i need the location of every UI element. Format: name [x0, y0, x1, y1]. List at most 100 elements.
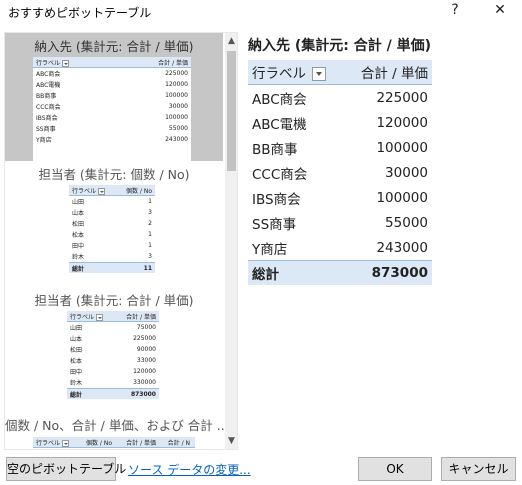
- row-value: 330000: [133, 379, 156, 386]
- row-label: 鈴木: [72, 254, 85, 261]
- table-total-row: 総計 11: [69, 262, 155, 273]
- row-value: 90000: [136, 346, 156, 353]
- preview-table-header: 行ラベル 合計 / 単価: [248, 60, 432, 85]
- mini-col1-label: 行ラベル: [36, 439, 61, 447]
- list-scrollbar[interactable]: ▲ ▼: [225, 33, 237, 449]
- recommendation-item-owner-sum[interactable]: 担当者 (集計元: 合計 / 単価) 行ラベル 合計 / 単価 山田 75000 …: [5, 287, 223, 413]
- recommendation-title: 個数 / No、合計 / 単価、および 合計 ...: [5, 418, 229, 433]
- row-label: Y商店: [252, 241, 288, 258]
- row-value: 55000: [168, 125, 188, 132]
- scroll-up-icon[interactable]: ▲: [225, 35, 237, 48]
- row-label: 山田: [72, 199, 85, 206]
- change-source-link[interactable]: ソース データの変更...: [128, 461, 251, 478]
- mini-col1-label: 行ラベル: [70, 313, 95, 321]
- recommendation-item-owner-count[interactable]: 担当者 (集計元: 個数 / No) 行ラベル 個数 / No 山田 1 山本 3 …: [5, 161, 223, 287]
- ok-button[interactable]: OK: [358, 457, 432, 481]
- row-value: 100000: [376, 189, 428, 206]
- mini-table-header: 行ラベル 個数 / No 合計 / 単価 合計 / N: [33, 437, 195, 448]
- preview-panel: 納入先 (集計元: 合計 / 単価) 行ラベル 合計 / 単価 ABC商会 225…: [244, 32, 518, 450]
- table-row: ABC商会 225000: [248, 85, 432, 110]
- row-value: 100000: [165, 114, 188, 121]
- table-row: Y商店 243000: [248, 235, 432, 260]
- mini-col2-label: 合計 / 単価: [126, 313, 156, 321]
- row-label: IBS商会: [36, 115, 58, 122]
- scroll-down-icon[interactable]: ▼: [225, 435, 237, 448]
- table-row: 田中 1: [69, 240, 155, 251]
- recommendation-item-supplier-sum[interactable]: 納入先 (集計元: 合計 / 単価) 行ラベル 合計 / 単価 ABC商会 225…: [5, 33, 223, 161]
- filter-dropdown-icon: [62, 439, 70, 447]
- title-bar: おすすめピボットテーブル ? ✕: [0, 0, 522, 30]
- mini-table-header: 行ラベル 個数 / No: [69, 185, 155, 196]
- table-row: 山本 225000: [67, 333, 159, 344]
- recommendation-item-multi-value[interactable]: 個数 / No、合計 / 単価、および 合計 ... 行ラベル 個数 / No …: [5, 413, 229, 449]
- row-value: 1: [148, 198, 152, 205]
- mini-table-preview: 行ラベル 合計 / 単価 ABC商会 225000 ABC電機 120000 BB商…: [33, 57, 191, 161]
- row-value: 75000: [136, 324, 156, 331]
- table-row: 松本 1: [69, 229, 155, 240]
- table-row: CCC商会 30000: [33, 101, 191, 112]
- table-row: 鈴木 3: [69, 251, 155, 262]
- table-row: 山本 3: [69, 207, 155, 218]
- row-value: 243000: [165, 136, 188, 143]
- cancel-button[interactable]: キャンセル: [441, 457, 516, 481]
- table-row: CCC商会 30000: [248, 160, 432, 185]
- table-row: BB商事 100000: [33, 90, 191, 101]
- mini-col2-label: 個数 / No: [86, 439, 112, 447]
- mini-col3-label: 合計 / 単価: [126, 439, 156, 447]
- table-row: 山田 75000: [67, 322, 159, 333]
- recommendations-list: 納入先 (集計元: 合計 / 単価) 行ラベル 合計 / 単価 ABC商会 225…: [4, 32, 238, 450]
- row-label: ABC電機: [252, 116, 307, 133]
- total-label: 総計: [72, 265, 85, 273]
- row-value: 225000: [165, 70, 188, 77]
- filter-dropdown-icon: [312, 67, 326, 81]
- window-title: おすすめピボットテーブル: [8, 6, 152, 20]
- table-row: IBS商会 100000: [248, 185, 432, 210]
- table-row: 松田 90000: [67, 344, 159, 355]
- row-label: ABC電機: [36, 82, 61, 89]
- table-row: 松田 2: [69, 218, 155, 229]
- mini-col2-label: 個数 / No: [126, 187, 152, 195]
- mini-table-header: 行ラベル 合計 / 単価: [33, 57, 191, 68]
- preview-pivot-table: 行ラベル 合計 / 単価 ABC商会 225000 ABC電機 120000 BB商…: [248, 60, 432, 285]
- total-label: 総計: [70, 391, 83, 399]
- row-value: 1: [148, 231, 152, 238]
- row-value: 33000: [136, 357, 156, 364]
- row-label: 松田: [70, 347, 83, 354]
- row-label: 田中: [70, 369, 83, 376]
- row-value: 30000: [168, 103, 188, 110]
- table-row: IBS商会 100000: [33, 112, 191, 123]
- mini-table-preview: 行ラベル 個数 / No 合計 / 単価 合計 / N: [33, 437, 195, 448]
- close-button[interactable]: ✕: [487, 0, 513, 22]
- row-label: 山本: [72, 210, 85, 217]
- row-label: 山田: [70, 325, 83, 332]
- row-value: 225000: [133, 335, 156, 342]
- row-value: 55000: [385, 214, 428, 231]
- filter-dropdown-icon: [98, 187, 106, 195]
- mini-col4-label: 合計 / N: [167, 439, 190, 447]
- scroll-thumb[interactable]: [227, 51, 236, 171]
- preview-title: 納入先 (集計元: 合計 / 単価): [248, 38, 432, 54]
- table-row: 鈴木 330000: [67, 377, 159, 388]
- preview-col2-label: 合計 / 単価: [360, 66, 428, 82]
- row-label: 山本: [70, 336, 83, 343]
- row-label: BB商事: [252, 141, 298, 158]
- table-row: 山田 1: [69, 196, 155, 207]
- help-button[interactable]: ?: [443, 0, 467, 22]
- row-value: 100000: [165, 92, 188, 99]
- row-label: SS商事: [36, 126, 56, 133]
- mini-table-preview: 行ラベル 個数 / No 山田 1 山本 3 松田 2 松本 1 田中 1 鈴木 3 総計 1…: [69, 185, 155, 273]
- table-total-row: 総計 873000: [67, 388, 159, 399]
- row-label: 田中: [72, 243, 85, 250]
- table-total-row: 総計 873000: [248, 260, 432, 285]
- total-value: 873000: [371, 265, 428, 281]
- row-value: 100000: [376, 139, 428, 156]
- row-label: 松本: [72, 232, 85, 239]
- filter-dropdown-icon: [96, 313, 104, 321]
- row-value: 120000: [376, 114, 428, 131]
- recommendation-title: 担当者 (集計元: 個数 / No): [38, 167, 190, 182]
- filter-dropdown-icon: [62, 59, 70, 67]
- row-label: ABC商会: [252, 91, 307, 108]
- blank-pivot-button[interactable]: 空のピボットテーブル: [6, 457, 126, 481]
- row-label: 松本: [70, 358, 83, 365]
- row-label: Y商店: [36, 137, 52, 144]
